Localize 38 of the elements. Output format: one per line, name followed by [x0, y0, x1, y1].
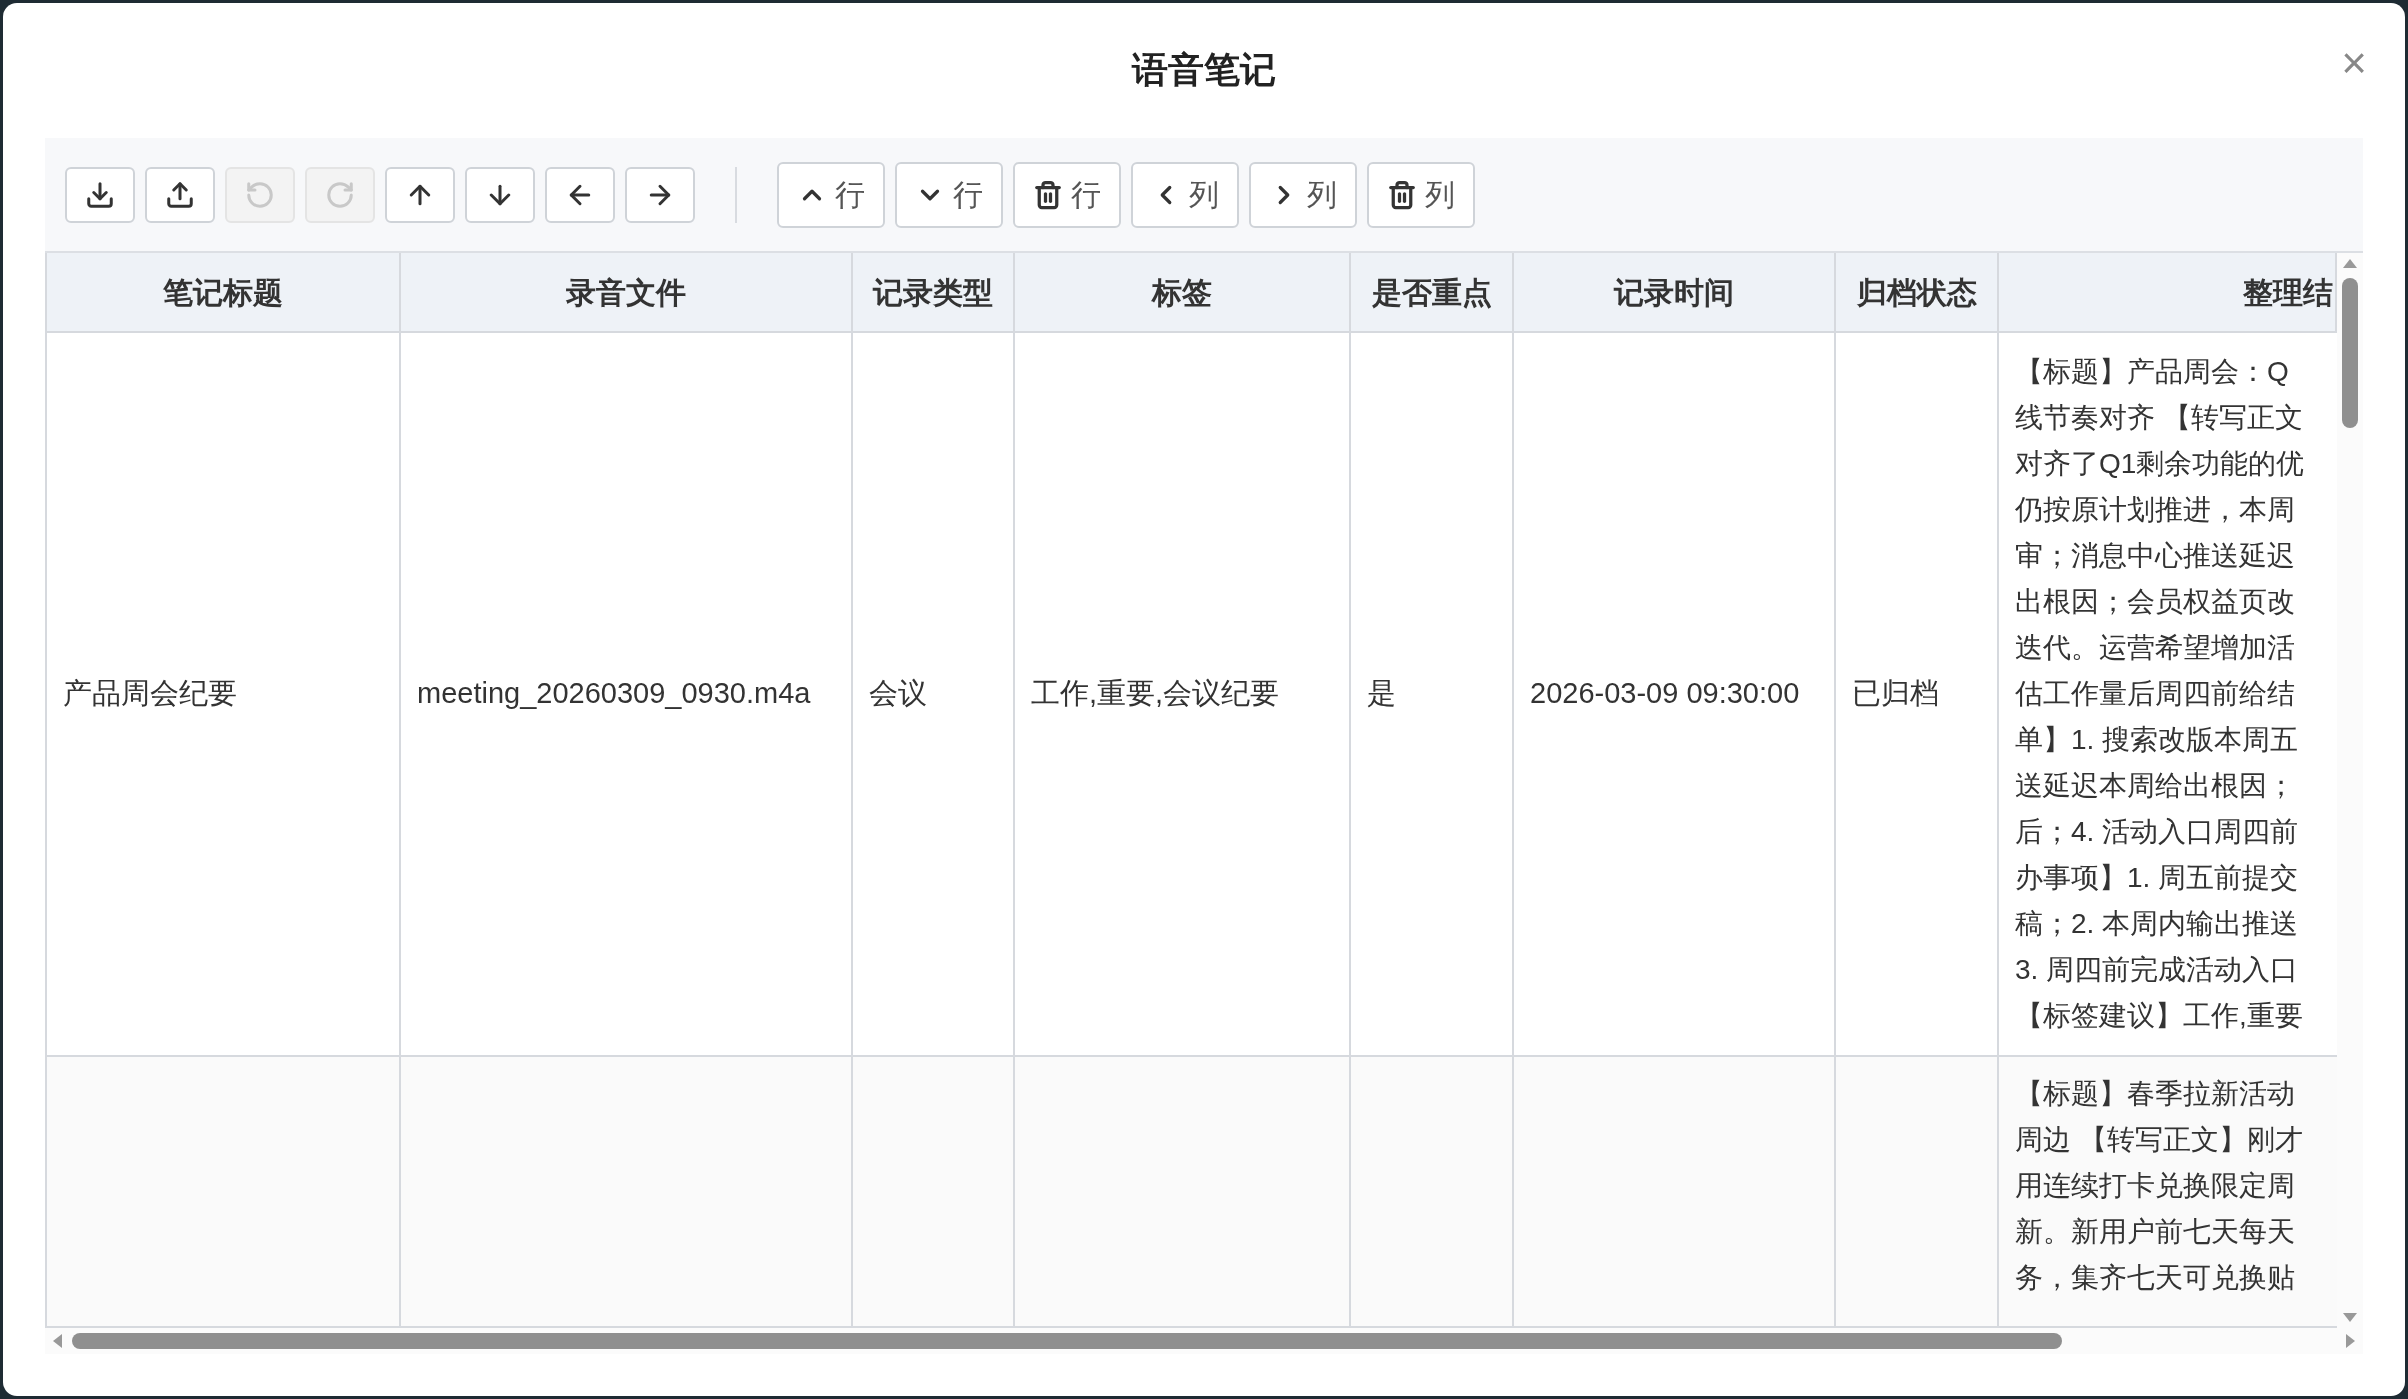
close-button[interactable]: ×: [2341, 41, 2367, 85]
toolbar-button[interactable]: 列: [1249, 161, 1357, 228]
toolbar-button[interactable]: [545, 166, 615, 223]
table-cell-text: 2026-03-09 09:30:00: [1530, 676, 1800, 712]
table-cell-text: 已归档: [1852, 676, 1939, 712]
table-cell-text: meeting_20260309_0930.m4a: [417, 676, 811, 712]
horizontal-scrollbar[interactable]: [45, 1328, 2363, 1354]
column-header[interactable]: 笔记标题: [47, 253, 401, 331]
table-cell-text: 会议: [869, 676, 927, 712]
table-cell-text: 是: [1367, 676, 1396, 712]
column-header[interactable]: 记录时间: [1514, 253, 1836, 331]
toolbar-button[interactable]: 列: [1367, 161, 1475, 228]
download-icon: [85, 179, 115, 210]
toolbar-button[interactable]: 行: [1013, 161, 1121, 228]
table-cell-text: 工作,重要,会议纪要: [1031, 676, 1280, 712]
toolbar-button[interactable]: 行: [777, 161, 885, 228]
redo-icon: [325, 179, 355, 210]
column-header[interactable]: 是否重点: [1351, 253, 1514, 331]
vertical-scrollbar[interactable]: [2337, 253, 2363, 1328]
toolbar-button[interactable]: [65, 166, 135, 223]
trash-icon: [1387, 179, 1417, 210]
column-header[interactable]: 标签: [1015, 253, 1351, 331]
trash-icon: [1033, 179, 1063, 210]
table-cell-text: 产品周会纪要: [63, 676, 237, 712]
toolbar-button[interactable]: [625, 166, 695, 223]
column-header[interactable]: 录音文件: [401, 253, 853, 331]
summary-text: 【标题】产品周会：Q 线节奏对齐 【转写正文 对齐了Q1剩余功能的优 仍按原计划推进，本周 审；消息中心推送延迟 出根因；会员权益页改 迭代。运营希望增加活 估工作量后周四前给结 单】1. 搜索改版本周五 送延迟本周给出根因； 后；4. 活动入口周四前 办事项】1. 周五前提交 稿；2. 本周内输出推送 3. 周四前完成活动入口 【标签建议】工作,重要: [2015, 355, 2305, 1033]
column-header[interactable]: 记录类型: [853, 253, 1015, 331]
undo-icon: [245, 179, 275, 210]
summary-text: 【标题】春季拉新活动 周边 【转写正文】刚才 用连续打卡兑换限定周 新。新用户前七天每天 务，集齐七天可兑换贴: [2015, 1077, 2303, 1295]
toolbar-button[interactable]: [145, 166, 215, 223]
toolbar-button[interactable]: [465, 166, 535, 223]
toolbar-button[interactable]: [385, 166, 455, 223]
dialog-title: 语音笔记: [1132, 47, 1276, 92]
upload-icon: [165, 179, 195, 210]
toolbar-button[interactable]: 行: [895, 161, 1003, 228]
toolbar-button[interactable]: 列: [1131, 161, 1239, 228]
column-header[interactable]: 归档状态: [1836, 253, 1999, 331]
